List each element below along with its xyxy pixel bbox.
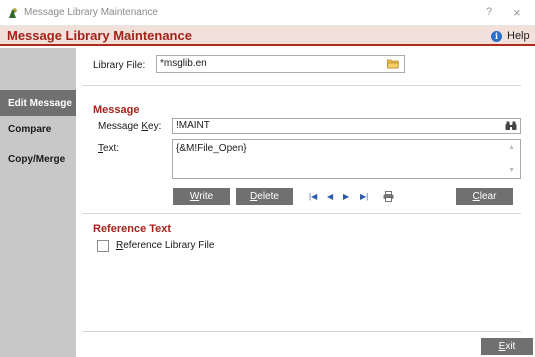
previous-record-icon[interactable]: ◀: [327, 192, 333, 201]
reference-section-title: Reference Text: [93, 223, 172, 235]
library-file-field[interactable]: *msglib.en: [156, 55, 405, 73]
library-file-label: Library File:: [93, 60, 146, 71]
print-icon[interactable]: [383, 191, 394, 202]
message-key-input[interactable]: !MAINT: [172, 118, 521, 134]
message-key-value: !MAINT: [176, 120, 210, 131]
message-section-title: Message: [93, 104, 140, 116]
scroll-down-icon[interactable]: ▼: [508, 167, 515, 174]
binoculars-icon[interactable]: [505, 121, 517, 131]
next-record-icon[interactable]: ▶: [343, 192, 349, 201]
info-icon: i: [491, 30, 502, 42]
folder-open-icon[interactable]: [387, 59, 399, 69]
reference-library-label[interactable]: Reference Library File: [116, 240, 214, 251]
sidebar-item-compare[interactable]: Compare: [0, 116, 76, 142]
message-text-value: {&M!File_Open}: [176, 143, 247, 154]
help-button[interactable]: i Help: [491, 29, 530, 43]
window-titlebar: Message Library Maintenance ? ×: [0, 0, 535, 26]
window-title: Message Library Maintenance: [24, 7, 158, 18]
sidebar-item-copy-merge[interactable]: Copy/Merge: [0, 146, 76, 172]
bottom-divider: [83, 331, 521, 332]
help-label: Help: [507, 30, 530, 42]
delete-button[interactable]: Delete: [236, 188, 293, 205]
page-header: Message Library Maintenance i Help: [0, 26, 535, 46]
write-button[interactable]: Write: [173, 188, 230, 205]
library-file-value: *msglib.en: [160, 58, 207, 69]
top-divider: [83, 85, 521, 86]
message-text-label: Text:: [98, 143, 120, 154]
first-record-icon[interactable]: |◀: [309, 192, 317, 201]
message-key-label: Message Key:: [98, 121, 162, 132]
page-title: Message Library Maintenance: [7, 28, 192, 43]
sidebar-item-label: Edit Message: [8, 97, 72, 109]
reference-library-checkbox[interactable]: [97, 240, 109, 252]
window-help-button[interactable]: ?: [486, 6, 492, 18]
sidebar: Edit Message Compare Copy/Merge: [0, 48, 76, 357]
scroll-up-icon[interactable]: ▲: [508, 144, 515, 151]
sidebar-item-label: Copy/Merge: [8, 153, 66, 165]
sidebar-item-edit-message[interactable]: Edit Message: [0, 90, 76, 116]
middle-divider: [83, 213, 521, 214]
message-text-area[interactable]: {&M!File_Open} ▲ ▼: [172, 139, 521, 179]
last-record-icon[interactable]: ▶|: [360, 192, 368, 201]
sidebar-item-label: Compare: [8, 123, 52, 135]
window-close-button[interactable]: ×: [513, 5, 521, 20]
clear-button[interactable]: Clear: [456, 188, 513, 205]
exit-button[interactable]: Exit: [481, 338, 533, 355]
app-logo-icon: [7, 7, 19, 19]
